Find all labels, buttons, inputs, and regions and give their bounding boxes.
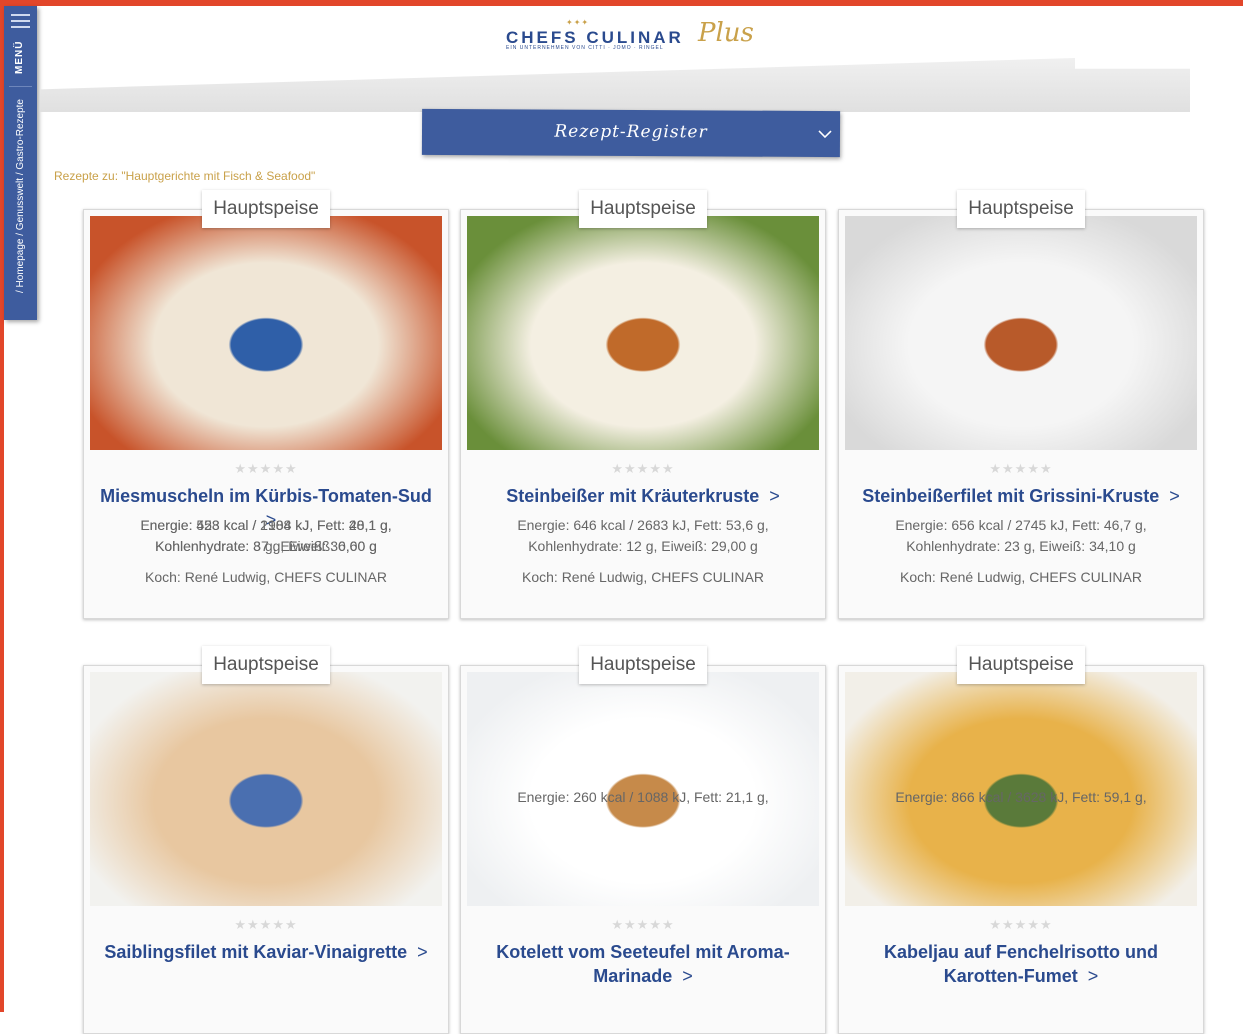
nutrition-line-1: Energie: 656 kcal / 2745 kJ, Fett: 46,7 … xyxy=(895,517,1147,533)
chevron-right-icon: > xyxy=(769,486,780,506)
recipe-grid: Hauptspeise ★★★★★ Miesmuscheln im Kürbis-T… xyxy=(0,0,1243,1034)
chevron-right-icon: > xyxy=(1169,486,1180,506)
recipe-title-link[interactable]: Kabeljau auf Fenchelrisotto und Karotten… xyxy=(853,940,1189,988)
category-tag: Hauptspeise xyxy=(579,646,707,684)
nutrition-info: Energie: 260 kcal / 1088 kJ, Fett: 21,1 … xyxy=(475,787,811,808)
recipe-photo[interactable] xyxy=(90,216,442,450)
nutrition-info: Energie: 866 kcal / 3628 kJ, Fett: 59,1 … xyxy=(853,787,1189,808)
nutrition-info: Energie: 646 kcal / 2683 kJ, Fett: 53,6 … xyxy=(475,515,811,557)
recipe-card[interactable]: Hauptspeise ★★★★★ Miesmuscheln im Kürbis-T… xyxy=(83,190,449,619)
recipe-title-link[interactable]: Saiblingsfilet mit Kaviar-Vinaigrette > xyxy=(98,940,434,964)
recipe-title: Miesmuscheln im Kürbis-Tomaten-Sud xyxy=(100,486,432,506)
recipe-title-link[interactable]: Kotelett vom Seeteufel mit Aroma-Marinad… xyxy=(475,940,811,988)
nutrition-line-2: Kohlenhydrate: 23 g, Eiweiß: 34,10 g xyxy=(906,538,1136,554)
category-tag: Hauptspeise xyxy=(202,190,330,228)
chevron-right-icon: > xyxy=(1087,966,1099,986)
rating-stars-icon: ★★★★★ xyxy=(234,461,298,476)
chevron-right-icon: > xyxy=(417,942,428,962)
rating-stars-icon: ★★★★★ xyxy=(611,917,675,932)
category-tag: Hauptspeise xyxy=(579,190,707,228)
nutrition-line-2: Kohlenhydrate: 12 g, Eiweiß: 29,00 g xyxy=(528,538,758,554)
rating-stars-icon: ★★★★★ xyxy=(234,917,298,932)
recipe-title: Steinbeißer mit Kräuterkruste xyxy=(506,486,760,506)
rating-stars-icon: ★★★★★ xyxy=(611,461,675,476)
recipe-title: Kotelett vom Seeteufel mit Aroma-Marinad… xyxy=(496,942,790,986)
chef-credit: Koch: René Ludwig, CHEFS CULINAR xyxy=(522,569,764,585)
recipe-card[interactable]: Hauptspeise ★★★★★ Kabeljau auf Fenchelriso… xyxy=(838,646,1204,1034)
nutrition-line-1: Energie: 646 kcal / 2683 kJ, Fett: 53,6 … xyxy=(517,517,769,533)
recipe-photo[interactable] xyxy=(845,216,1197,450)
nutrition-info: Energie: 523 kcal / 2184 kJ, Fett: 40,1 … xyxy=(98,515,434,557)
category-tag: Hauptspeise xyxy=(202,646,330,684)
recipe-card[interactable]: Hauptspeise ★★★★★ Kotelett vom Seeteufel m… xyxy=(460,646,826,1034)
chevron-right-icon: > xyxy=(682,966,693,986)
recipe-title: Saiblingsfilet mit Kaviar-Vinaigrette xyxy=(104,942,408,962)
rating-stars-icon: ★★★★★ xyxy=(989,461,1053,476)
recipe-title-link[interactable]: Steinbeißerfilet mit Grissini-Kruste > xyxy=(853,484,1189,508)
chef-credit: Koch: René Ludwig, CHEFS CULINAR xyxy=(900,569,1142,585)
nutrition-line-1: Energie: 523 kcal / 2184 kJ, Fett: 40,1 … xyxy=(140,517,392,533)
nutrition-info: Energie: 656 kcal / 2745 kJ, Fett: 46,7 … xyxy=(853,515,1189,557)
recipe-card[interactable]: Hauptspeise ★★★★★ Saiblingsfilet mit Kavia… xyxy=(83,517,449,1034)
recipe-card[interactable]: Hauptspeise ★★★★★ Steinbeißerfilet mit Gri… xyxy=(838,190,1204,619)
category-tag: Hauptspeise xyxy=(957,190,1085,228)
nutrition-line-1: Energie: 866 kcal / 3628 kJ, Fett: 59,1 … xyxy=(895,789,1147,805)
recipe-photo[interactable] xyxy=(467,216,819,450)
nutrition-line-2: Kohlenhydrate: 8 g, Eiweiß: 30,60 g xyxy=(155,538,377,554)
chef-credit: Koch: René Ludwig, CHEFS CULINAR xyxy=(145,569,387,585)
recipe-title: Kabeljau auf Fenchelrisotto und Karotten… xyxy=(883,942,1159,986)
category-tag: Hauptspeise xyxy=(957,646,1085,684)
recipe-title-link[interactable]: Steinbeißer mit Kräuterkruste > xyxy=(475,484,811,508)
recipe-title: Steinbeißerfilet mit Grissini-Kruste xyxy=(862,486,1160,506)
nutrition-line-1: Energie: 260 kcal / 1088 kJ, Fett: 21,1 … xyxy=(517,789,769,805)
recipe-photo[interactable] xyxy=(90,672,442,906)
recipe-card[interactable]: Hauptspeise ★★★★★ Steinbeißer mit Kräuterk… xyxy=(460,190,826,619)
rating-stars-icon: ★★★★★ xyxy=(989,917,1053,932)
